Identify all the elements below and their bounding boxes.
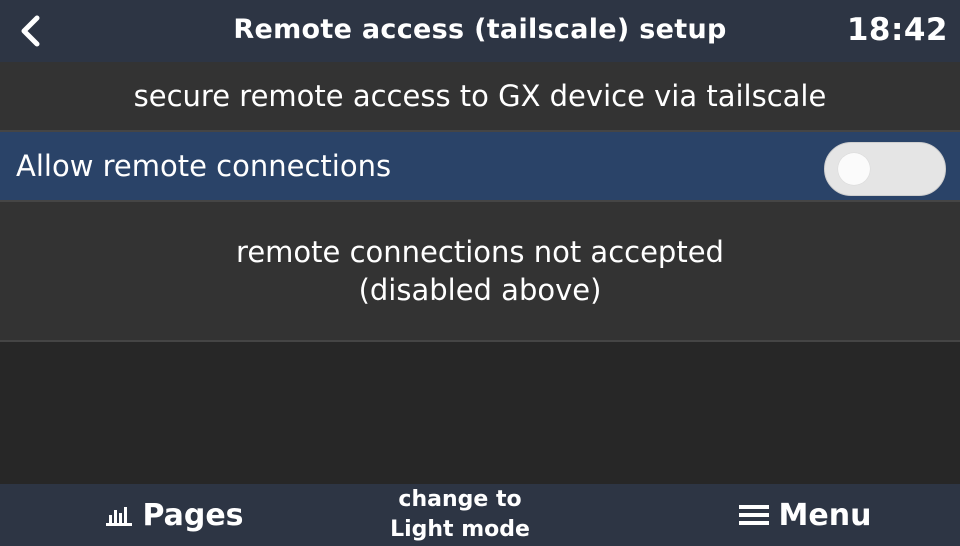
bar-chart-icon — [106, 504, 133, 526]
pages-button[interactable]: Pages — [60, 484, 290, 546]
light-mode-line-2: Light mode — [390, 517, 530, 542]
page-title: Remote access (tailscale) setup — [233, 14, 727, 45]
menu-label: Menu — [778, 497, 872, 533]
light-mode-button[interactable]: change to Light mode — [340, 484, 580, 546]
allow-remote-connections-toggle[interactable] — [824, 142, 946, 196]
description-row: secure remote access to GX device via ta… — [0, 62, 960, 132]
menu-button[interactable]: Menu — [690, 484, 920, 546]
pages-label: Pages — [142, 497, 244, 533]
switch-label: Allow remote connections — [16, 149, 392, 183]
toggle-knob — [838, 153, 870, 185]
status-row: remote connections not accepted (disable… — [0, 202, 960, 342]
allow-remote-connections-row[interactable]: Allow remote connections — [0, 132, 960, 202]
status-line-2: (disabled above) — [358, 273, 602, 307]
light-mode-line-1: change to — [398, 487, 522, 512]
status-line-1: remote connections not accepted — [236, 235, 724, 269]
hamburger-menu-icon — [738, 503, 769, 527]
description-text: secure remote access to GX device via ta… — [133, 79, 827, 113]
header-bar: Remote access (tailscale) setup 18:42 — [0, 0, 960, 62]
screen: Remote access (tailscale) setup 18:42 se… — [0, 0, 960, 546]
clock: 18:42 — [846, 12, 948, 48]
footer-bar: Pages change to Light mode Menu — [0, 484, 960, 546]
